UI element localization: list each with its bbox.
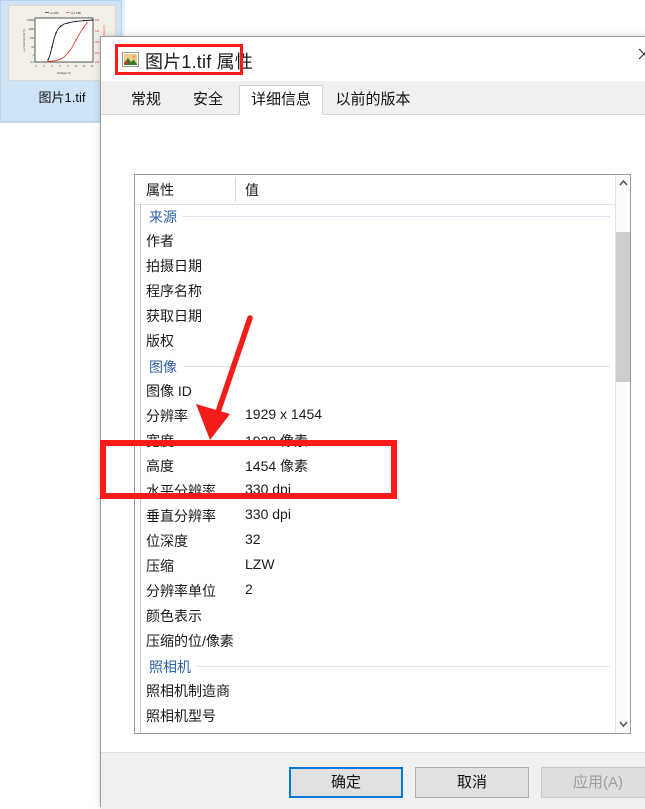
header-value: 值 [245,182,259,198]
property-name: 颜色表示 [146,608,202,624]
property-row[interactable]: 水平分辨率 330 dpi [135,479,616,504]
property-name: 高度 [146,458,174,474]
property-value[interactable]: 1929 像素 [245,431,308,451]
property-row[interactable]: 压缩 LZW [135,554,616,579]
svg-text:w/ DBP: w/ DBP [50,12,59,15]
property-row[interactable]: 位深度 32 [135,529,616,554]
svg-text:Luminance (cd/m²): Luminance (cd/m²) [23,29,26,52]
property-group: 照相机 [135,654,616,679]
property-name: 照相机制造商 [146,683,230,699]
vertical-scrollbar[interactable] [615,175,630,733]
header-property: 属性 [146,182,174,198]
property-name: 水平分辨率 [146,483,216,499]
property-row[interactable]: 作者 [135,229,616,254]
property-value[interactable]: 330 dpi [245,481,291,497]
dialog-footer: 确定 取消 应用(A) [101,752,645,809]
property-row[interactable]: 分辨率单位 2 [135,579,616,604]
property-name: 版权 [146,333,174,349]
property-value[interactable]: LZW [245,556,275,572]
property-row[interactable]: 获取日期 [135,304,616,329]
property-name: 分辨率单位 [146,583,216,599]
property-value[interactable]: 1454 像素 [245,456,308,476]
property-row[interactable]: 分辨率 1929 x 1454 [135,404,616,429]
details-panel: 属性 值 来源作者拍摄日期程序名称获取日期版权图像图像 ID 分辨率 1929 x … [101,114,645,772]
header-divider[interactable] [235,177,236,202]
svg-text:100: 100 [30,37,35,40]
svg-text:400: 400 [95,30,100,33]
property-name: 程序名称 [146,283,202,299]
property-row[interactable]: 照相机型号 [135,704,616,729]
svg-text:1000: 1000 [28,28,34,31]
ok-button[interactable]: 确定 [289,767,403,798]
tab-security[interactable]: 安全 [177,85,239,115]
tab-strip: 常规 安全 详细信息 以前的版本 [101,81,645,116]
property-name: 压缩 [146,558,174,574]
property-name: 位深度 [146,533,188,549]
group-label: 来源 [149,207,183,227]
dialog-titlebar[interactable]: 图片1.tif 属性 [101,37,645,81]
property-group: 来源 [135,204,616,229]
svg-text:10000: 10000 [27,19,35,22]
property-name: 作者 [146,233,174,249]
property-row[interactable]: 版权 [135,329,616,354]
tab-general[interactable]: 常规 [115,85,177,115]
group-label: 图像 [149,357,183,377]
property-row[interactable]: 垂直分辨率 330 dpi [135,504,616,529]
property-row[interactable]: 宽度 1929 像素 [135,429,616,454]
property-row[interactable]: 图像 ID [135,379,616,404]
property-value[interactable]: 330 dpi [245,506,291,522]
group-rule [149,216,610,217]
chevron-down-icon[interactable] [616,716,630,733]
property-row[interactable]: 程序名称 [135,279,616,304]
property-row[interactable]: 照相机制造商 [135,679,616,704]
property-list: 属性 值 来源作者拍摄日期程序名称获取日期版权图像图像 ID 分辨率 1929 x … [134,174,631,734]
svg-text:w/o DBP: w/o DBP [71,12,81,15]
property-name: 照相机型号 [146,708,216,724]
svg-text:Voltage (V): Voltage (V) [57,71,71,75]
svg-text:500: 500 [95,19,100,22]
image-file-icon [122,51,139,68]
property-group: 图像 [135,354,616,379]
scrollbar-thumb[interactable] [616,232,630,382]
group-rule [149,666,610,667]
apply-button: 应用(A) [541,767,645,798]
close-icon[interactable] [621,37,645,69]
svg-text:0.1: 0.1 [31,61,35,64]
property-name: 垂直分辨率 [146,508,216,524]
property-list-body: 来源作者拍摄日期程序名称获取日期版权图像图像 ID 分辨率 1929 x 1454 宽… [135,204,616,733]
dialog-title: 图片1.tif 属性 [145,52,254,72]
group-rule [149,366,610,367]
property-name: 获取日期 [146,308,202,324]
property-row[interactable]: 颜色表示 [135,604,616,629]
desktop-background [125,0,645,40]
property-name: 分辨率 [146,408,188,424]
property-name: 图像 ID [146,383,192,399]
chevron-up-icon[interactable] [616,175,630,192]
property-name: 宽度 [146,433,174,449]
property-value[interactable]: 32 [245,531,261,547]
property-name: 拍摄日期 [146,258,202,274]
property-name: 压缩的位/像素 [146,633,234,649]
tab-previous-versions[interactable]: 以前的版本 [323,85,423,115]
property-row[interactable]: 拍摄日期 [135,254,616,279]
property-row[interactable]: 高度 1454 像素 [135,454,616,479]
properties-dialog: 图片1.tif 属性 常规 安全 详细信息 以前的版本 属性 值 来源作者拍摄日… [100,36,645,809]
group-label: 照相机 [149,657,197,677]
property-value[interactable]: 1929 x 1454 [245,406,322,422]
tab-details[interactable]: 详细信息 [239,85,323,115]
property-value[interactable]: 2 [245,581,253,597]
property-list-header: 属性 值 [135,175,616,205]
property-row[interactable]: 压缩的位/像素 [135,629,616,654]
cancel-button[interactable]: 取消 [415,767,529,798]
